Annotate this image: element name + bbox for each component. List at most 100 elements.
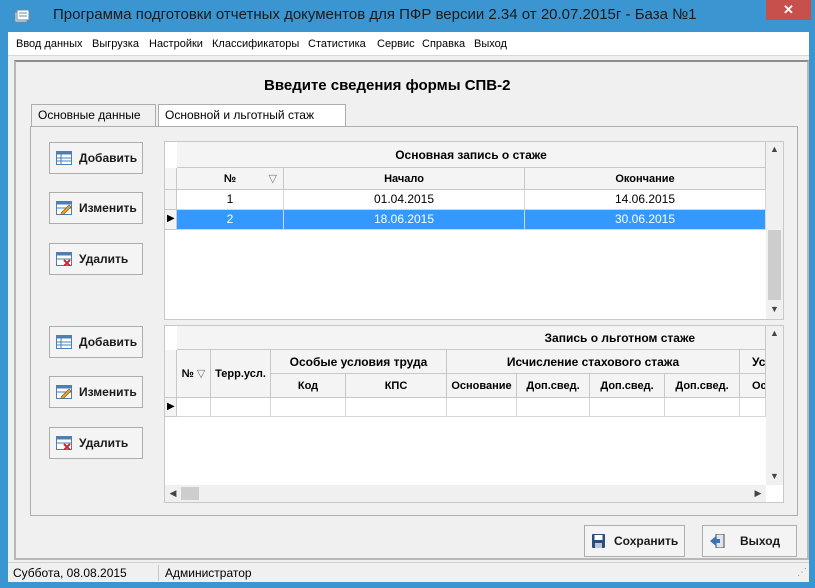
menu-item-classifiers[interactable]: Классификаторы bbox=[212, 38, 299, 50]
table-cell[interactable] bbox=[346, 398, 447, 417]
delete-benefit-label: Удалить bbox=[79, 436, 129, 450]
scroll-down-icon[interactable]: ▼ bbox=[766, 304, 783, 314]
benefit-column-basis[interactable]: Основание bbox=[447, 374, 517, 398]
benefit-column-extra2[interactable]: Доп.свед. bbox=[590, 374, 665, 398]
app-icon bbox=[14, 9, 30, 23]
table-cell[interactable] bbox=[177, 398, 211, 417]
column-header-start[interactable]: Начало bbox=[284, 168, 525, 190]
benefit-grid-hscrollbar[interactable]: ◀ ▶ bbox=[165, 485, 766, 502]
benefit-group-calc: Исчисление стахового стажа bbox=[447, 350, 740, 374]
edit-benefit-label: Изменить bbox=[79, 385, 137, 399]
row-pointer-icon: ▶ bbox=[167, 213, 175, 224]
scroll-up-icon[interactable]: ▲ bbox=[766, 144, 783, 154]
status-bar: Суббота, 08.08.2015 Администратор ⋰ bbox=[8, 562, 809, 582]
save-label: Сохранить bbox=[614, 534, 679, 548]
benefit-column-extra1[interactable]: Доп.свед. bbox=[517, 374, 590, 398]
main-grid-caption: Основная запись о стаже bbox=[177, 142, 766, 168]
edit-main-label: Изменить bbox=[79, 201, 137, 215]
main-grid-corner bbox=[165, 168, 177, 190]
status-date: Суббота, 08.08.2015 bbox=[13, 566, 127, 580]
menu-item-exit[interactable]: Выход bbox=[474, 38, 507, 50]
edit-main-button[interactable]: Изменить bbox=[49, 192, 143, 224]
table-delete-icon bbox=[56, 436, 72, 450]
resize-grip-icon: ⋰ bbox=[797, 567, 807, 578]
status-divider bbox=[158, 565, 159, 581]
scroll-up-icon[interactable]: ▲ bbox=[766, 328, 783, 338]
scroll-right-icon[interactable]: ▶ bbox=[752, 488, 764, 499]
main-experience-grid[interactable]: Основная запись о стаже № ▽ Начало Оконч… bbox=[164, 141, 784, 320]
table-cell[interactable] bbox=[211, 398, 271, 417]
benefit-column-number[interactable]: № ▽ bbox=[177, 350, 211, 398]
edit-benefit-button[interactable]: Изменить bbox=[49, 376, 143, 408]
benefit-column-code[interactable]: Код bbox=[271, 374, 346, 398]
scroll-thumb[interactable] bbox=[181, 487, 199, 500]
menu-item-export[interactable]: Выгрузка bbox=[92, 38, 139, 50]
benefit-column-cut[interactable]: Ос bbox=[740, 374, 766, 398]
scroll-down-icon[interactable]: ▼ bbox=[766, 471, 783, 481]
status-user: Администратор bbox=[165, 566, 252, 580]
column-header-number[interactable]: № ▽ bbox=[177, 168, 284, 190]
tab-experience-label: Основной и льготный стаж bbox=[165, 108, 315, 122]
row-indicator[interactable] bbox=[165, 190, 177, 210]
table-add-icon bbox=[56, 335, 72, 349]
benefit-group-special: Особые условия труда bbox=[271, 350, 447, 374]
benefit-number-label: № bbox=[181, 368, 194, 380]
table-cell-number[interactable]: 2 bbox=[177, 210, 284, 230]
scroll-thumb[interactable] bbox=[768, 230, 781, 300]
exit-button[interactable]: Выход bbox=[702, 525, 797, 557]
floppy-disk-icon bbox=[592, 534, 605, 548]
close-button[interactable]: ✕ bbox=[766, 0, 811, 20]
scroll-left-icon[interactable]: ◀ bbox=[167, 488, 179, 499]
row-pointer-icon: ▶ bbox=[167, 401, 175, 412]
add-benefit-button[interactable]: Добавить bbox=[49, 326, 143, 358]
menu-bar: Ввод данных Выгрузка Настройки Классифик… bbox=[8, 32, 809, 56]
table-cell-start[interactable]: 01.04.2015 bbox=[284, 190, 525, 210]
form-title: Введите сведения формы СПВ-2 bbox=[264, 77, 511, 94]
table-cell-end[interactable]: 30.06.2015 bbox=[525, 210, 766, 230]
tab-experience[interactable]: Основной и льготный стаж bbox=[158, 104, 346, 126]
menu-item-settings[interactable]: Настройки bbox=[149, 38, 203, 50]
table-cell[interactable] bbox=[271, 398, 346, 417]
menu-item-input[interactable]: Ввод данных bbox=[16, 38, 83, 50]
table-delete-icon bbox=[56, 252, 72, 266]
table-edit-icon bbox=[56, 201, 72, 215]
sort-filter-icon: ▽ bbox=[196, 368, 206, 380]
column-header-end[interactable]: Окончание bbox=[525, 168, 766, 190]
delete-main-button[interactable]: Удалить bbox=[49, 243, 143, 275]
current-row-indicator[interactable]: ▶ bbox=[165, 210, 177, 230]
table-cell[interactable] bbox=[665, 398, 740, 417]
tab-main-data[interactable]: Основные данные bbox=[31, 104, 156, 126]
main-grid-vscrollbar[interactable]: ▲ ▼ bbox=[766, 142, 783, 319]
menu-item-help[interactable]: Справка bbox=[422, 38, 465, 50]
benefit-grid-caption: Запись о льготном стаже bbox=[177, 326, 766, 350]
benefit-grid-vscrollbar[interactable]: ▲ ▼ bbox=[766, 326, 783, 485]
delete-benefit-button[interactable]: Удалить bbox=[49, 427, 143, 459]
benefit-experience-grid[interactable]: Запись о льготном стаже № ▽ Терр.усл. Ос… bbox=[164, 325, 784, 503]
add-main-label: Добавить bbox=[79, 151, 138, 165]
table-cell-number[interactable]: 1 bbox=[177, 190, 284, 210]
save-button[interactable]: Сохранить bbox=[584, 525, 685, 557]
table-cell-end[interactable]: 14.06.2015 bbox=[525, 190, 766, 210]
current-row-indicator[interactable]: ▶ bbox=[165, 398, 177, 417]
table-cell-start[interactable]: 18.06.2015 bbox=[284, 210, 525, 230]
column-number-label: № bbox=[223, 173, 237, 185]
table-cell[interactable] bbox=[517, 398, 590, 417]
table-cell[interactable] bbox=[740, 398, 766, 417]
benefit-column-kps[interactable]: КПС bbox=[346, 374, 447, 398]
window-title: Программа подготовки отчетных документов… bbox=[53, 6, 697, 23]
door-exit-icon bbox=[710, 534, 725, 548]
table-edit-icon bbox=[56, 385, 72, 399]
sort-filter-icon: ▽ bbox=[268, 173, 277, 185]
add-main-button[interactable]: Добавить bbox=[49, 142, 143, 174]
benefit-group-cut: Ус bbox=[740, 350, 766, 374]
delete-main-label: Удалить bbox=[79, 252, 129, 266]
menu-item-service[interactable]: Сервис bbox=[377, 38, 415, 50]
menu-item-statistics[interactable]: Статистика bbox=[308, 38, 366, 50]
table-cell[interactable] bbox=[590, 398, 665, 417]
exit-label: Выход bbox=[740, 534, 781, 548]
benefit-column-terr[interactable]: Терр.усл. bbox=[211, 350, 271, 398]
add-benefit-label: Добавить bbox=[79, 335, 138, 349]
table-cell[interactable] bbox=[447, 398, 517, 417]
title-bar: Программа подготовки отчетных документов… bbox=[0, 0, 815, 32]
benefit-column-extra3[interactable]: Доп.свед. bbox=[665, 374, 740, 398]
